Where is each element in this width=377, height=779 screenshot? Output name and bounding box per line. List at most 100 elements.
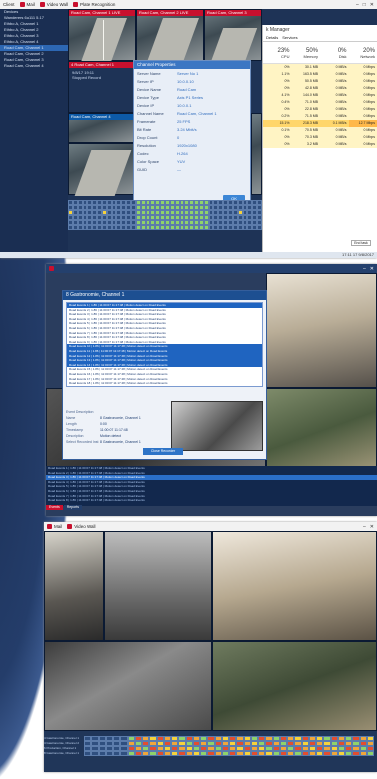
process-row[interactable]: 0% 3.2 MB 0 MB/s 0 Mbps xyxy=(263,141,377,148)
video-wall-button[interactable]: Video Wall xyxy=(67,524,96,529)
close-recorder-button[interactable]: Close Recorder xyxy=(143,448,183,455)
timeline-cell[interactable] xyxy=(258,751,266,756)
tab-details[interactable]: Details xyxy=(266,35,278,41)
timeline-cell[interactable] xyxy=(294,751,302,756)
timeline-cell[interactable] xyxy=(185,751,193,756)
form-value[interactable]: 8 Gastronomie, Channel 1 xyxy=(100,440,166,444)
timeline-cell[interactable] xyxy=(156,751,164,756)
video-tile[interactable] xyxy=(251,113,262,195)
form-value[interactable]: Motion detect xyxy=(100,434,166,438)
minimize-icon[interactable]: – xyxy=(363,266,366,272)
video-tile-restaurant[interactable] xyxy=(212,531,377,641)
video-tile-garden[interactable] xyxy=(212,641,377,731)
process-row[interactable]: 0% 42.8 MB 0 MB/s 0 Mbps xyxy=(263,85,377,92)
video-tile-interior[interactable] xyxy=(44,531,104,641)
memory-column[interactable]: 50% Memory xyxy=(292,42,321,63)
timeline-cell[interactable] xyxy=(359,751,367,756)
timeline-cell[interactable] xyxy=(163,751,171,756)
close-icon[interactable]: ✕ xyxy=(370,2,374,8)
timeline-cell[interactable] xyxy=(330,751,338,756)
process-row[interactable]: 0% 70.3 MB 0 MB/s 0 Mbps xyxy=(263,134,377,141)
video-tile[interactable]: Road Cam, Channel 1 LIVE xyxy=(68,9,136,62)
mail-button[interactable]: Mail xyxy=(19,2,35,7)
process-row[interactable]: 4.1% 144.0 MB 0 MB/s 0 Mbps xyxy=(263,92,377,99)
process-row[interactable]: 15.1% 218.3 MB 0.1 MB/s 12.7 Mbps xyxy=(263,120,377,127)
process-row[interactable]: 0% 30.1 MB 0 MB/s 0 Mbps xyxy=(263,64,377,71)
process-row[interactable]: 0.2% 71.5 MB 0 MB/s 0 Mbps xyxy=(263,113,377,120)
recording-timeline-grid[interactable] xyxy=(68,200,262,230)
event-row[interactable]: Road Events 18 | 1.86 | 11:00:07 11:17:4… xyxy=(67,381,262,386)
timeline-cell[interactable] xyxy=(279,751,287,756)
timeline-cell[interactable] xyxy=(257,225,262,230)
timeline-cell[interactable] xyxy=(113,751,121,756)
timeline-cell[interactable] xyxy=(98,751,106,756)
close-icon[interactable]: ✕ xyxy=(370,266,374,272)
end-task-button[interactable]: End task xyxy=(351,240,371,246)
timeline-cell[interactable] xyxy=(127,751,135,756)
video-tile-restaurant[interactable] xyxy=(266,273,377,388)
timeline-cell[interactable] xyxy=(345,751,353,756)
tab-events[interactable]: Events xyxy=(46,505,63,510)
plate-recognition-button[interactable]: Plate Recognition xyxy=(73,2,115,7)
tab-reports[interactable]: Reports xyxy=(63,505,82,510)
video-tile[interactable]: Road Cam, Channel 4 xyxy=(68,113,134,143)
timeline-cell[interactable] xyxy=(236,751,244,756)
timeline-cell[interactable] xyxy=(229,751,237,756)
info-tile[interactable]: 4 Road Cam, Channel 1 9/8/17 19:11 Stopp… xyxy=(68,61,134,113)
sidebar-item[interactable]: Road Cam, Channel 4 xyxy=(0,63,68,69)
process-row[interactable]: 0.4% 71.0 MB 0 MB/s 0 Mbps xyxy=(263,99,377,106)
timeline-cell[interactable] xyxy=(149,751,157,756)
timeline-cell[interactable] xyxy=(221,751,229,756)
video-tile[interactable]: Road Cam, Channel 2 LIVE xyxy=(136,9,204,62)
form-value[interactable]: 8 Gastronomie, Channel 1 xyxy=(100,416,166,420)
timeline-cell[interactable] xyxy=(366,751,374,756)
timeline-cell[interactable] xyxy=(178,751,186,756)
minimize-icon[interactable]: – xyxy=(363,524,366,530)
timeline-cell[interactable] xyxy=(337,751,345,756)
process-row[interactable]: 0% 22.8 MB 0 MB/s 0 Mbps xyxy=(263,106,377,113)
close-icon[interactable]: ✕ xyxy=(370,524,374,530)
form-value[interactable]: 11:00:07 11:17:48 xyxy=(100,428,166,432)
timeline-cell[interactable] xyxy=(243,751,251,756)
timeline-cell[interactable] xyxy=(142,751,150,756)
cpu-column[interactable]: 23% CPU xyxy=(263,42,292,63)
timeline-cell[interactable] xyxy=(301,751,309,756)
tab-services[interactable]: Services xyxy=(282,35,297,41)
timeline-cell[interactable] xyxy=(207,751,215,756)
video-wall-button[interactable]: Video Wall xyxy=(39,2,68,7)
timeline-cell[interactable] xyxy=(171,751,179,756)
mail-button[interactable]: Mail xyxy=(47,524,62,529)
video-tile[interactable]: Road Cam, Channel 3 xyxy=(204,9,262,62)
timeline-cell[interactable] xyxy=(200,751,208,756)
timeline-cell[interactable] xyxy=(214,751,222,756)
timeline-cell[interactable] xyxy=(134,751,142,756)
timeline-cell[interactable] xyxy=(120,751,128,756)
network-column[interactable]: 20% Network xyxy=(349,42,377,63)
video-tile[interactable] xyxy=(68,143,134,196)
process-row[interactable]: 0.1% 70.5 MB 0 MB/s 0 Mbps xyxy=(263,127,377,134)
timeline-cell[interactable] xyxy=(84,751,92,756)
form-value[interactable]: 0:00 xyxy=(100,422,166,426)
video-tile-hallway[interactable] xyxy=(104,531,212,641)
timeline-cell[interactable] xyxy=(272,751,280,756)
timeline-cell[interactable] xyxy=(265,751,273,756)
timeline-cell[interactable] xyxy=(192,751,200,756)
timeline-cell[interactable] xyxy=(323,751,331,756)
timeline-cell[interactable] xyxy=(352,751,360,756)
timeline-cell[interactable] xyxy=(105,751,113,756)
disk-column[interactable]: 0% Disk xyxy=(320,42,349,63)
process-row[interactable]: 1.1% 163.5 MB 0 MB/s 0 Mbps xyxy=(263,71,377,78)
event-log-row[interactable]: Road Events 8 | 1.86 | 11:00:07 11:17:48… xyxy=(46,498,377,503)
process-row[interactable]: 0% 50.5 MB 0 MB/s 0 Mbps xyxy=(263,78,377,85)
event-timeline-heatmap[interactable] xyxy=(84,736,374,756)
timeline-cell[interactable] xyxy=(287,751,295,756)
video-tile-garden[interactable] xyxy=(266,388,377,474)
minimize-icon[interactable]: – xyxy=(356,2,359,8)
maximize-icon[interactable]: □ xyxy=(363,2,366,8)
timeline-cell[interactable] xyxy=(308,751,316,756)
video-tile-entrance[interactable] xyxy=(44,641,212,731)
timeline-cell[interactable] xyxy=(91,751,99,756)
timeline-cell[interactable] xyxy=(250,751,258,756)
process-cell: 0 MB/s xyxy=(320,92,349,99)
timeline-cell[interactable] xyxy=(316,751,324,756)
